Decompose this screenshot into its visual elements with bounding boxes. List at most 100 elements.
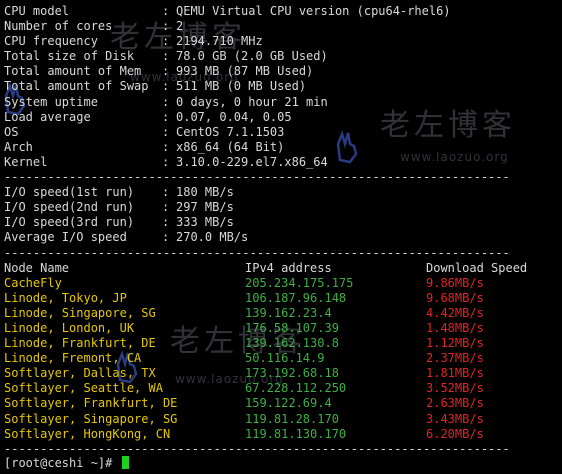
io-label: Average I/O speed bbox=[4, 230, 127, 245]
speedtest-row: Linode, Tokyo, JP 106.187.96.148 9.68MB/s bbox=[4, 291, 560, 306]
info-label: OS bbox=[4, 124, 19, 139]
node-speed: 3.43MB/s bbox=[426, 411, 484, 426]
node-speed: 1.48MB/s bbox=[426, 320, 484, 335]
io-value: 270.0 MB/s bbox=[176, 230, 249, 245]
header-node-name: Node Name bbox=[4, 260, 70, 275]
info-label: CPU model bbox=[4, 4, 70, 18]
speedtest-row: Linode, Singapore, SG 139.162.23.4 4.42MB/… bbox=[4, 306, 560, 321]
node-ip: 139.162.130.8 bbox=[245, 336, 339, 351]
info-label: System uptime bbox=[4, 94, 98, 109]
info-value: 0 days, 0 hour 21 min bbox=[176, 94, 328, 109]
node-name: Softlayer, Frankfurt, DE bbox=[4, 396, 178, 411]
info-colon: : bbox=[162, 49, 170, 64]
info-row: Total amount of Swap:511 MB (0 MB Used) bbox=[4, 79, 560, 94]
node-name: Linode, Fremont, CA bbox=[4, 351, 142, 366]
io-value: 180 MB/s bbox=[176, 185, 234, 200]
node-speed: 3.52MB/s bbox=[426, 381, 484, 396]
info-value: 993 MB (87 MB Used) bbox=[176, 64, 314, 79]
node-ip: 173.192.68.18 bbox=[245, 366, 339, 381]
separator-line: ----------------------------------------… bbox=[4, 170, 510, 185]
io-row: I/O speed(1st run):180 MB/s bbox=[4, 185, 560, 200]
io-colon: : bbox=[162, 185, 170, 200]
speedtest-table: Node Name IPv4 address Download Speed Cach… bbox=[4, 261, 560, 442]
io-label: I/O speed(2nd run) bbox=[4, 200, 135, 215]
info-label: Total size of Disk bbox=[4, 49, 135, 64]
info-value: QEMU Virtual CPU version (cpu64-rhel6) bbox=[176, 4, 451, 18]
node-ip: 50.116.14.9 bbox=[245, 351, 325, 366]
system-info-block: CPU model: QEMU Virtual CPU version (cpu6… bbox=[4, 4, 560, 170]
info-colon: : bbox=[162, 154, 170, 169]
info-label: Total amount of Swap bbox=[4, 79, 149, 94]
info-colon: : bbox=[162, 79, 170, 94]
info-colon: : bbox=[162, 34, 170, 49]
info-row: Number of cores:2 bbox=[4, 19, 560, 34]
node-speed: 1.81MB/s bbox=[426, 366, 484, 381]
shell-prompt: [root@ceshi ~]# bbox=[4, 456, 120, 470]
info-row: OS: CentOS 7.1.1503 bbox=[4, 125, 560, 140]
node-speed: 9.68MB/s bbox=[426, 290, 484, 305]
info-value: x86_64 (64 Bit) bbox=[176, 139, 285, 154]
terminal-cursor[interactable] bbox=[121, 456, 129, 469]
node-name: Linode, Tokyo, JP bbox=[4, 290, 127, 305]
info-label: Number of cores bbox=[4, 19, 113, 34]
node-ip: 119.81.130.170 bbox=[245, 426, 347, 441]
node-speed: 6.20MB/s bbox=[426, 426, 484, 441]
io-row: I/O speed(3rd run):333 MB/s bbox=[4, 215, 560, 230]
node-ip: 176.58.107.39 bbox=[245, 320, 339, 335]
node-ip: 106.187.96.148 bbox=[245, 290, 347, 305]
info-row: Total size of Disk:78.0 GB (2.0 GB Used) bbox=[4, 49, 560, 64]
node-speed: 1.12MB/s bbox=[426, 336, 484, 351]
info-colon: : bbox=[162, 4, 170, 18]
speedtest-row: CacheFly 205.234.175.175 9.86MB/s bbox=[4, 276, 560, 291]
io-label: I/O speed(1st run) bbox=[4, 185, 135, 200]
io-label: I/O speed(3rd run) bbox=[4, 215, 135, 230]
node-ip: 205.234.175.175 bbox=[245, 275, 354, 290]
io-row: I/O speed(2nd run):297 MB/s bbox=[4, 200, 560, 215]
speedtest-row: Linode, London, UK 176.58.107.39 1.48MB/s bbox=[4, 321, 560, 336]
header-download-speed: Download Speed bbox=[426, 260, 528, 275]
info-value: 2 bbox=[176, 19, 184, 34]
header-ipv4: IPv4 address bbox=[245, 260, 332, 275]
io-colon: : bbox=[162, 230, 170, 245]
node-speed: 2.63MB/s bbox=[426, 396, 484, 411]
node-name: Linode, London, UK bbox=[4, 320, 135, 335]
node-speed: 2.37MB/s bbox=[426, 351, 484, 366]
info-row: Total amount of Mem:993 MB (87 MB Used) bbox=[4, 64, 560, 79]
info-colon: : bbox=[162, 124, 170, 139]
separator-line: ----------------------------------------… bbox=[4, 245, 510, 260]
node-ip: 159.122.69.4 bbox=[245, 396, 332, 411]
info-value: 2194.710 MHz bbox=[176, 34, 263, 49]
info-row: Arch: x86_64 (64 Bit) bbox=[4, 140, 560, 155]
node-name: Softlayer, Dallas, TX bbox=[4, 366, 156, 381]
info-colon: : bbox=[162, 64, 170, 79]
node-name: Linode, Frankfurt, DE bbox=[4, 336, 156, 351]
info-colon: : bbox=[162, 109, 170, 124]
node-speed: 9.86MB/s bbox=[426, 275, 484, 290]
shell-prompt-line[interactable]: [root@ceshi ~]# bbox=[4, 456, 129, 471]
info-row: CPU frequency:2194.710 MHz bbox=[4, 34, 560, 49]
info-label: Arch bbox=[4, 139, 33, 154]
info-row: Load average:0.07, 0.04, 0.05 bbox=[4, 110, 560, 125]
info-colon: : bbox=[162, 94, 170, 109]
io-colon: : bbox=[162, 215, 170, 230]
terminal-output: CPU model: QEMU Virtual CPU version (cpu6… bbox=[4, 4, 560, 457]
speedtest-row: Softlayer, Dallas, TX 173.192.68.18 1.81MB… bbox=[4, 366, 560, 381]
speedtest-row: Linode, Fremont, CA 50.116.14.9 2.37MB/s bbox=[4, 351, 560, 366]
speedtest-row: Softlayer, HongKong, CN 119.81.130.170 6.2… bbox=[4, 427, 560, 442]
speedtest-row: Softlayer, Frankfurt, DE 159.122.69.4 2.63… bbox=[4, 396, 560, 411]
info-label: Total amount of Mem bbox=[4, 64, 142, 79]
io-value: 297 MB/s bbox=[176, 200, 234, 215]
node-name: CacheFly bbox=[4, 275, 62, 290]
io-colon: : bbox=[162, 200, 170, 215]
node-name: Linode, Singapore, SG bbox=[4, 305, 156, 320]
info-row: System uptime:0 days, 0 hour 21 min bbox=[4, 95, 560, 110]
info-value: CentOS 7.1.1503 bbox=[176, 124, 285, 139]
io-row: Average I/O speed:270.0 MB/s bbox=[4, 230, 560, 245]
node-name: Softlayer, Seattle, WA bbox=[4, 381, 163, 396]
info-colon: : bbox=[162, 19, 170, 34]
node-name: Softlayer, HongKong, CN bbox=[4, 426, 171, 441]
info-row: Kernel:3.10.0-229.el7.x86_64 bbox=[4, 155, 560, 170]
info-value: 0.07, 0.04, 0.05 bbox=[176, 109, 292, 124]
speedtest-header: Node Name IPv4 address Download Speed bbox=[4, 261, 560, 276]
info-label: Load average bbox=[4, 109, 91, 124]
